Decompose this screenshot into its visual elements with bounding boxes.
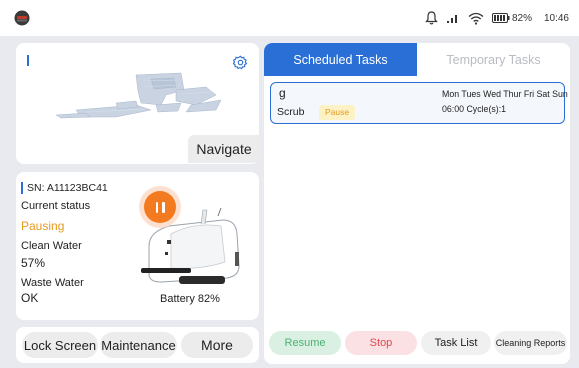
map-card[interactable]: Navigate xyxy=(16,43,260,164)
task-name: g xyxy=(279,86,286,100)
current-status-value: Pausing xyxy=(21,219,65,233)
cleaning-reports-button[interactable]: Cleaning Reports xyxy=(494,331,567,355)
lock-screen-button[interactable]: Lock Screen xyxy=(22,332,98,358)
maintenance-button[interactable]: Maintenance xyxy=(100,332,177,358)
robot-status-card: SN: A11123BC41 Current status Pausing Cl… xyxy=(16,172,259,320)
bottom-actions: Lock Screen Maintenance More xyxy=(16,327,259,363)
battery-percent: 82% xyxy=(511,12,532,24)
robot-accent-bar xyxy=(21,182,23,194)
signal-icon xyxy=(446,15,457,23)
clock: 10:46 xyxy=(543,12,569,24)
task-list-button[interactable]: Task List xyxy=(421,331,491,355)
current-status-label: Current status xyxy=(21,200,91,212)
bell-icon xyxy=(425,11,438,25)
task-panel: Scheduled Tasks Temporary Tasks g Scrub … xyxy=(264,43,570,364)
task-status-badge: Pause xyxy=(319,105,356,120)
battery-level: Battery 82% xyxy=(160,293,220,305)
task-schedule: 06:00 Cycle(s):1 xyxy=(442,104,507,114)
status-icons: 82% 10:46 xyxy=(425,0,569,36)
tab-temporary-tasks[interactable]: Temporary Tasks xyxy=(417,43,570,76)
pause-button[interactable] xyxy=(139,186,181,228)
serial-number: SN: A11123BC41 xyxy=(27,182,108,194)
app-icon xyxy=(14,10,30,26)
pause-icon xyxy=(144,191,176,223)
map-preview xyxy=(56,72,221,119)
task-tabs: Scheduled Tasks Temporary Tasks xyxy=(264,43,570,76)
waste-water-value: OK xyxy=(21,291,39,305)
resume-button[interactable]: Resume xyxy=(269,331,341,355)
tab-scheduled-tasks[interactable]: Scheduled Tasks xyxy=(264,43,417,76)
task-item[interactable]: g Scrub Pause Mon Tues Wed Thur Fri Sat … xyxy=(270,82,568,124)
wifi-icon xyxy=(468,12,484,25)
more-button[interactable]: More xyxy=(181,332,253,358)
task-mode: Scrub xyxy=(277,106,305,118)
waste-water-label: Waste Water xyxy=(21,277,84,289)
battery-indicator: 82% xyxy=(491,12,532,24)
status-bar: 82% 10:46 xyxy=(0,0,579,36)
task-days: Mon Tues Wed Thur Fri Sat Sun xyxy=(442,89,568,99)
gear-icon[interactable] xyxy=(233,55,248,70)
stop-button[interactable]: Stop xyxy=(345,331,417,355)
navigate-button[interactable]: Navigate xyxy=(188,135,260,163)
battery-icon xyxy=(491,13,510,23)
map-accent-bar xyxy=(27,55,29,66)
clean-water-value: 57% xyxy=(21,256,46,270)
clean-water-label: Clean Water xyxy=(21,240,82,252)
